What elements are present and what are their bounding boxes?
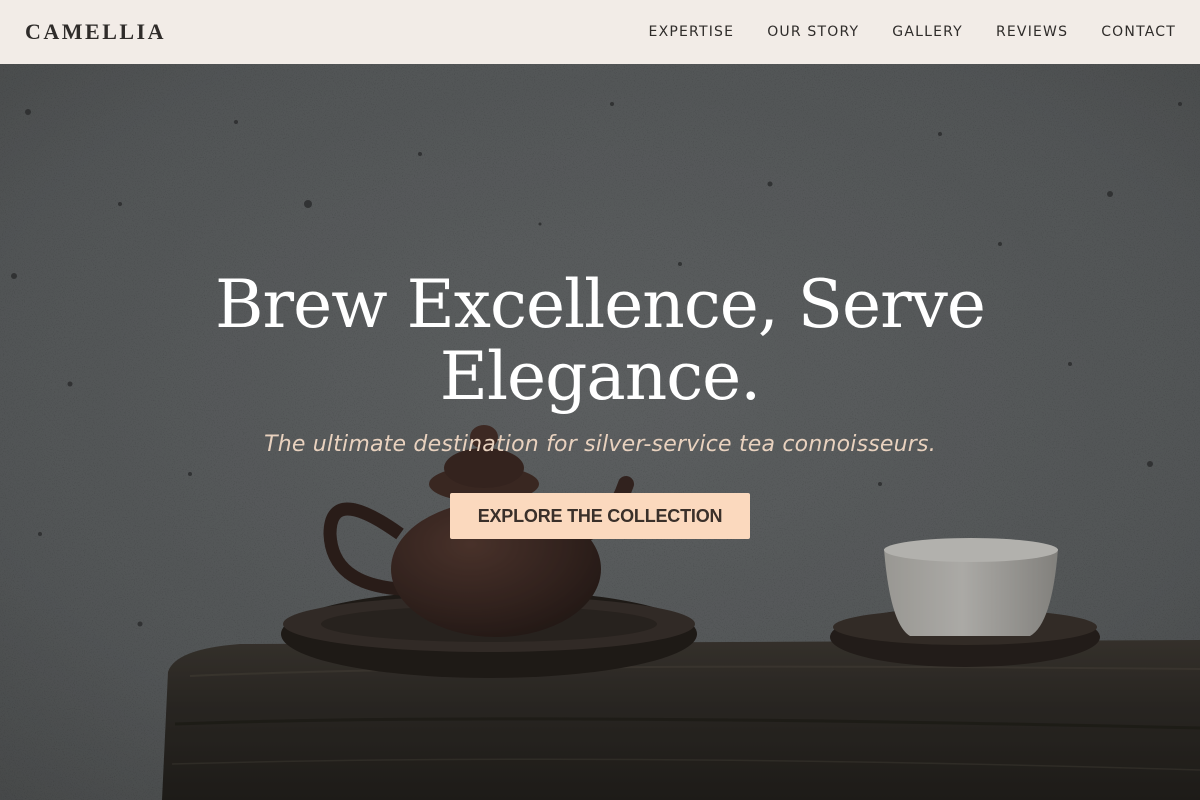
hero-subheadline: The ultimate destination for silver-serv…	[264, 432, 936, 457]
explore-collection-button[interactable]: EXPLORE THE COLLECTION	[450, 493, 750, 539]
nav-link-our-story[interactable]: OUR STORY	[767, 24, 859, 40]
nav-link-reviews[interactable]: REVIEWS	[996, 24, 1068, 40]
nav-link-gallery[interactable]: GALLERY	[892, 24, 963, 40]
site-header: CAMELLIA EXPERTISE OUR STORY GALLERY REV…	[0, 0, 1200, 64]
nav-link-contact[interactable]: CONTACT	[1101, 24, 1176, 40]
nav-link-expertise[interactable]: EXPERTISE	[649, 24, 735, 40]
hero-headline: Brew Excellence, Serve Elegance.	[215, 266, 986, 415]
main-nav: EXPERTISE OUR STORY GALLERY REVIEWS CONT…	[649, 24, 1176, 40]
hero-content: Brew Excellence, Serve Elegance. The ult…	[0, 64, 1200, 800]
logo[interactable]: CAMELLIA	[25, 19, 166, 45]
